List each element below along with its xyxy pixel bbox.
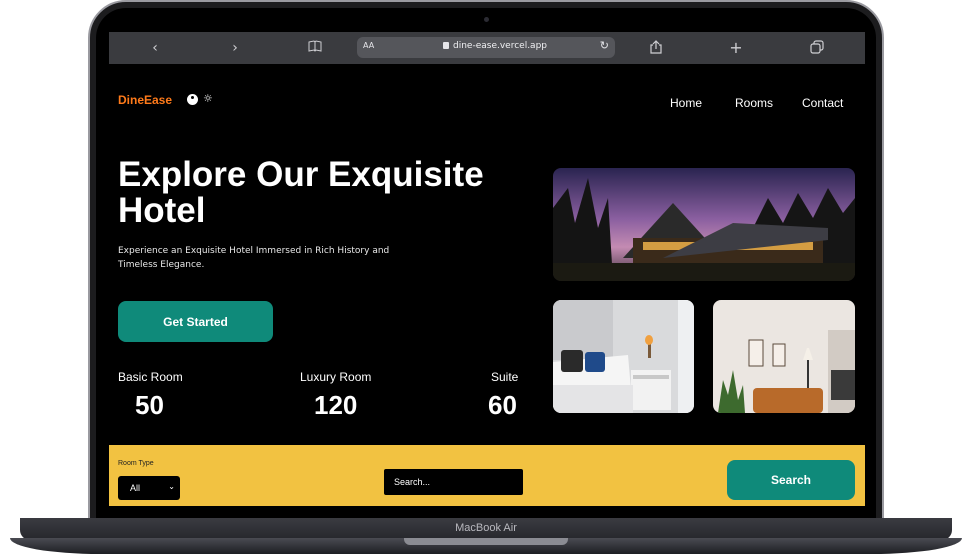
address-bar[interactable]: AA dine-ease.vercel.app ↻	[357, 37, 615, 58]
device-label: MacBook Air	[455, 522, 517, 534]
hero-title: Explore Our Exquisite Hotel	[118, 155, 484, 230]
search-button[interactable]: Search	[727, 460, 855, 500]
nav-contact[interactable]: Contact	[802, 96, 843, 110]
stat-label-suite: Suite	[491, 370, 519, 384]
stat-value-luxury: 120	[314, 390, 358, 420]
camera-icon	[484, 17, 489, 22]
nav-home[interactable]: Home	[670, 96, 702, 110]
get-started-button[interactable]: Get Started	[118, 301, 273, 342]
hero-subtitle: Experience an Exquisite Hotel Immersed i…	[118, 246, 390, 270]
text-size-button[interactable]: AA	[363, 41, 374, 50]
theme-toggle-icon[interactable]: ☼	[203, 92, 213, 105]
share-icon[interactable]	[649, 40, 663, 56]
user-icon[interactable]	[187, 94, 198, 105]
laptop-notch	[404, 538, 568, 545]
browser-screen: ‹ › AA dine-ease.vercel.app ↻ + DineEase…	[109, 32, 865, 506]
site-logo[interactable]: DineEase	[118, 93, 172, 107]
forward-icon[interactable]: ›	[229, 40, 241, 56]
lock-icon	[443, 42, 449, 49]
stat-value-basic: 50	[135, 390, 164, 420]
back-icon[interactable]: ‹	[149, 40, 161, 56]
laptop-frame: ‹ › AA dine-ease.vercel.app ↻ + DineEase…	[0, 0, 972, 558]
url-text: dine-ease.vercel.app	[453, 41, 547, 51]
tabs-icon[interactable]	[809, 40, 825, 56]
bedroom-image	[553, 300, 694, 413]
search-input[interactable]	[384, 469, 523, 495]
stat-value-suite: 60	[488, 390, 517, 420]
reader-icon[interactable]	[307, 40, 323, 56]
room-type-label: Room Type	[118, 460, 154, 467]
stat-label-luxury: Luxury Room	[300, 370, 372, 384]
reload-icon[interactable]: ↻	[600, 39, 609, 52]
room-type-select[interactable]: All ⌄	[118, 476, 180, 500]
nav-rooms[interactable]: Rooms	[735, 96, 773, 110]
room-type-value: All	[130, 483, 141, 493]
hotel-exterior-image	[553, 168, 855, 281]
browser-toolbar: ‹ › AA dine-ease.vercel.app ↻ +	[109, 32, 865, 64]
living-room-image	[713, 300, 855, 413]
stat-label-basic: Basic Room	[118, 370, 183, 384]
new-tab-icon[interactable]: +	[729, 40, 743, 56]
chevron-down-icon: ⌄	[168, 482, 175, 491]
